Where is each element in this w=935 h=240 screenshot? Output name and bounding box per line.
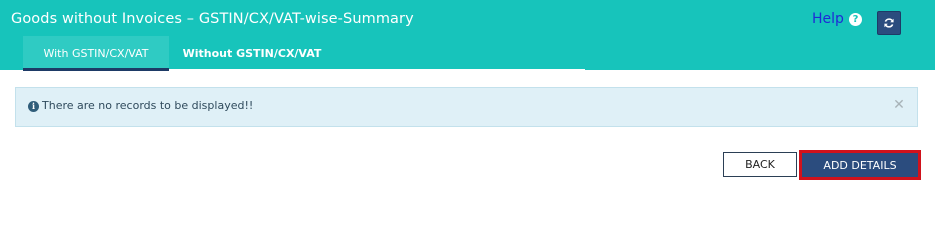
refresh-icon [884, 18, 894, 28]
no-records-alert: i There are no records to be displayed!!… [15, 87, 918, 127]
tab-strip-divider [169, 69, 585, 71]
info-circle-icon: i [28, 101, 39, 112]
tab-with-gstin-cx-vat[interactable]: With GSTIN/CX/VAT [23, 36, 169, 70]
help-link[interactable]: Help [812, 11, 844, 27]
add-details-button[interactable]: ADD DETAILS [799, 150, 921, 180]
active-tab-indicator [23, 68, 169, 71]
page-title: Goods without Invoices – GSTIN/CX/VAT-wi… [11, 11, 414, 27]
back-button[interactable]: BACK [723, 152, 797, 177]
alert-message: There are no records to be displayed!! [42, 99, 254, 112]
page-header: Goods without Invoices – GSTIN/CX/VAT-wi… [0, 0, 935, 71]
page: Goods without Invoices – GSTIN/CX/VAT-wi… [0, 0, 935, 218]
question-circle-icon[interactable]: ? [849, 13, 862, 26]
refresh-button[interactable] [877, 11, 901, 35]
tab-without-gstin-cx-vat[interactable]: Without GSTIN/CX/VAT [169, 36, 335, 70]
close-icon[interactable]: ✕ [892, 98, 906, 112]
